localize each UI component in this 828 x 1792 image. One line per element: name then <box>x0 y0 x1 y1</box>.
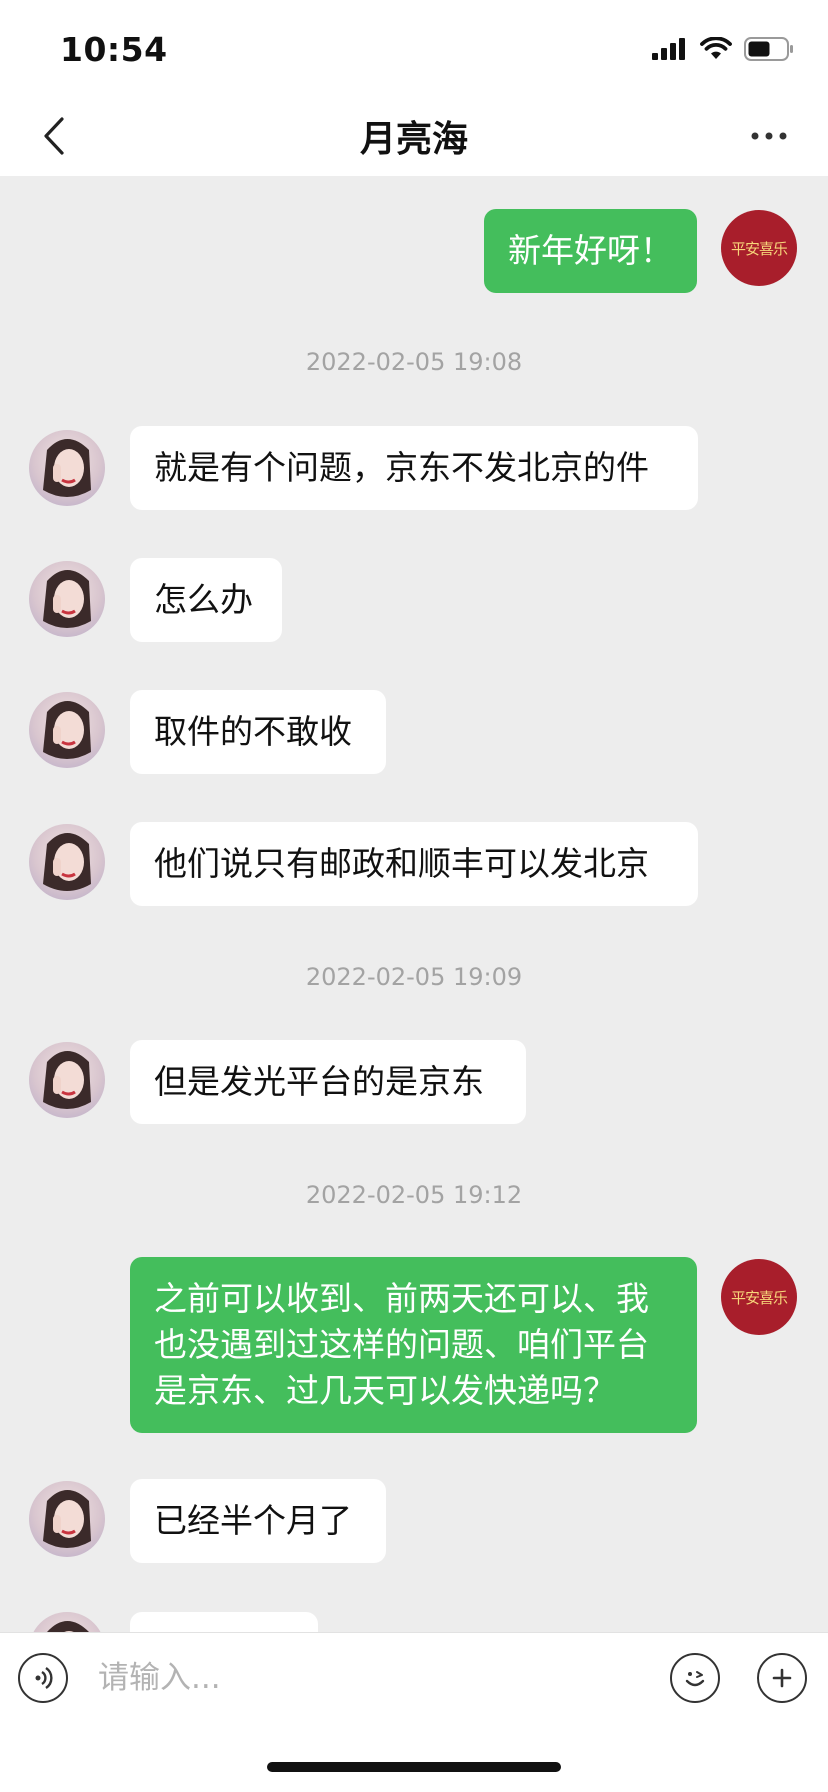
cellular-signal-icon <box>652 38 685 60</box>
chat-area[interactable]: 平安喜乐 新年好呀！ 2022-02-05 19:08 就是有个问题，京东不发北… <box>0 176 828 1632</box>
message-timestamp: 2022-02-05 19:12 <box>305 1181 523 1209</box>
status-icons <box>652 34 794 64</box>
message-bubble-incoming[interactable]: 但是发光平台的是京东 <box>130 1040 526 1124</box>
status-bar: 10:54 <box>0 0 828 100</box>
message-input[interactable] <box>98 1647 638 1709</box>
message-bubble-outgoing[interactable]: 之前可以收到、前两天还可以、我也没遇到过这样的问题、咱们平台是京东、过几天可以发… <box>130 1257 697 1433</box>
portrait-icon <box>43 833 91 891</box>
message-timestamp: 2022-02-05 19:09 <box>305 963 523 991</box>
emoji-button[interactable] <box>670 1653 720 1703</box>
message-bubble-incoming[interactable] <box>130 1612 318 1632</box>
contact-avatar[interactable] <box>29 561 105 637</box>
message-bubble-incoming[interactable]: 怎么办 <box>130 558 282 642</box>
contact-avatar[interactable] <box>29 692 105 768</box>
contact-avatar[interactable] <box>29 430 105 506</box>
message-bubble-incoming[interactable]: 他们说只有邮政和顺丰可以发北京 <box>130 822 698 906</box>
add-attachment-button[interactable] <box>757 1653 807 1703</box>
status-time: 10:54 <box>60 30 168 69</box>
nav-bar: 月亮海 <box>0 100 828 176</box>
portrait-icon <box>43 570 91 628</box>
more-icon <box>751 132 787 140</box>
avatar-text: 平安喜乐 <box>730 239 788 258</box>
message-bubble-outgoing[interactable]: 新年好呀！ <box>484 209 697 293</box>
portrait-icon <box>43 1490 91 1548</box>
message-bubble-incoming[interactable]: 就是有个问题，京东不发北京的件 <box>130 426 698 510</box>
portrait-icon <box>43 439 91 497</box>
voice-button[interactable] <box>18 1653 68 1703</box>
message-bubble-incoming[interactable]: 取件的不敢收 <box>130 690 386 774</box>
self-avatar[interactable]: 平安喜乐 <box>721 1259 797 1335</box>
more-button[interactable] <box>734 106 804 166</box>
voice-icon <box>35 1667 53 1689</box>
battery-icon <box>744 37 793 61</box>
portrait-icon <box>43 701 91 759</box>
contact-avatar[interactable] <box>29 824 105 900</box>
portrait-icon <box>43 1051 91 1109</box>
chat-title: 月亮海 <box>359 119 468 160</box>
contact-avatar[interactable] <box>29 1612 105 1632</box>
message-bubble-incoming[interactable]: 已经半个月了 <box>130 1479 386 1563</box>
wifi-icon <box>700 37 732 59</box>
self-avatar[interactable]: 平安喜乐 <box>721 210 797 286</box>
contact-avatar[interactable] <box>29 1481 105 1557</box>
plus-icon <box>772 1668 792 1688</box>
home-indicator <box>267 1762 561 1772</box>
avatar-text: 平安喜乐 <box>730 1288 788 1307</box>
portrait-icon <box>47 1621 89 1632</box>
contact-avatar[interactable] <box>29 1042 105 1118</box>
smiley-icon <box>685 1671 705 1687</box>
message-timestamp: 2022-02-05 19:08 <box>305 348 523 376</box>
